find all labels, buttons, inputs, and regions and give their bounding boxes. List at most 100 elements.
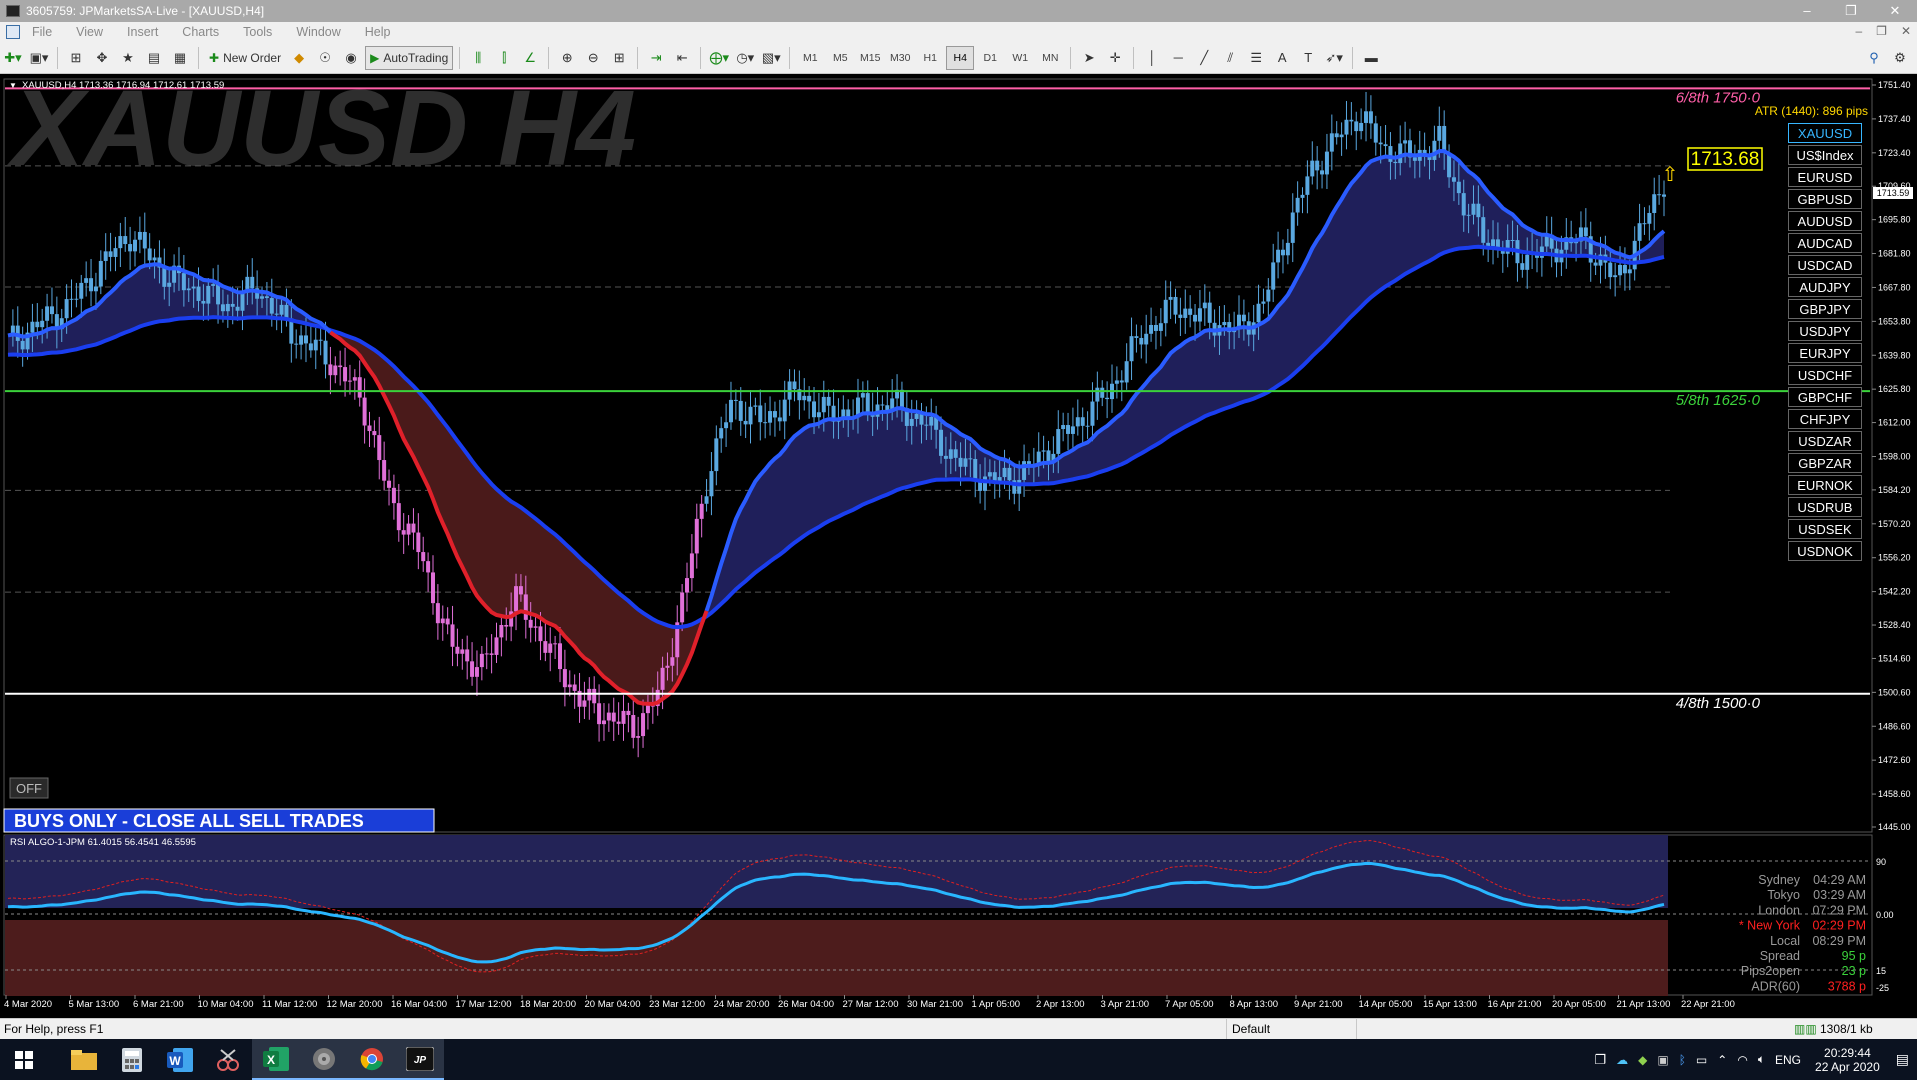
timeframe-h4[interactable]: H4 xyxy=(946,45,975,70)
signals-icon[interactable]: ☉ xyxy=(313,46,337,70)
off-button[interactable]: OFF xyxy=(16,781,42,796)
strategy-tester-icon[interactable]: ▦ xyxy=(168,46,192,70)
timeframe-h1[interactable]: H1 xyxy=(916,46,944,70)
cursor-icon[interactable]: ➤ xyxy=(1077,46,1101,70)
candlestick-icon[interactable]: ⫿ xyxy=(492,46,516,70)
chart-collapse-icon[interactable]: ▼ xyxy=(9,81,17,90)
media-icon[interactable] xyxy=(300,1039,348,1080)
text-label-icon[interactable]: T xyxy=(1296,46,1320,70)
timeframe-w1[interactable]: W1 xyxy=(1006,46,1034,70)
settings-icon[interactable]: ⚙ xyxy=(1888,46,1912,70)
menu-file[interactable]: File xyxy=(20,25,64,39)
data-window-icon[interactable]: ✥ xyxy=(90,46,114,70)
network-cloud-icon[interactable]: ☁ xyxy=(1616,1053,1628,1067)
symbol-button[interactable]: USDCAD xyxy=(1788,255,1862,275)
display-icon[interactable]: ▭ xyxy=(1696,1053,1707,1067)
tile-windows-icon[interactable]: ⊞ xyxy=(607,46,631,70)
minimize-button[interactable]: – xyxy=(1785,0,1829,22)
text-icon[interactable]: A xyxy=(1270,46,1294,70)
wifi-icon[interactable]: ◠ xyxy=(1737,1053,1747,1067)
language-indicator[interactable]: ENG xyxy=(1775,1053,1801,1067)
line-chart-icon[interactable]: ∠ xyxy=(518,46,542,70)
symbol-button[interactable]: GBPUSD xyxy=(1788,189,1862,209)
symbol-button[interactable]: GBPJPY xyxy=(1788,299,1862,319)
symbol-button[interactable]: EURNOK xyxy=(1788,475,1862,495)
fibonacci-icon[interactable]: ☰ xyxy=(1244,46,1268,70)
zoom-out-icon[interactable]: ⊖ xyxy=(581,46,605,70)
symbol-button[interactable]: USDRUB xyxy=(1788,497,1862,517)
symbol-button[interactable]: USDCHF xyxy=(1788,365,1862,385)
navigator-icon[interactable]: ★ xyxy=(116,46,140,70)
excel-icon[interactable]: X xyxy=(252,1039,300,1080)
symbol-button[interactable]: AUDJPY xyxy=(1788,277,1862,297)
symbol-button[interactable]: US$Index xyxy=(1788,145,1862,165)
menu-insert[interactable]: Insert xyxy=(115,25,170,39)
symbol-button[interactable]: EURJPY xyxy=(1788,343,1862,363)
timeframe-m30[interactable]: M30 xyxy=(886,46,914,70)
symbol-button[interactable]: AUDUSD xyxy=(1788,211,1862,231)
timeframe-m1[interactable]: M1 xyxy=(796,46,824,70)
chart-window[interactable]: XAUUSD H4 6/8th 1750·0 5/8th 1625·0 4/8th … xyxy=(0,75,1917,1009)
autotrading-button[interactable]: ▶ AutoTrading xyxy=(365,45,454,70)
chrome-icon[interactable] xyxy=(348,1039,396,1080)
menu-help[interactable]: Help xyxy=(353,25,403,39)
menu-view[interactable]: View xyxy=(64,25,115,39)
terminal-icon[interactable]: ▤ xyxy=(142,46,166,70)
chevron-up-icon[interactable]: ⌃ xyxy=(1717,1053,1727,1067)
file-explorer-icon[interactable] xyxy=(60,1039,108,1080)
zoom-in-icon[interactable]: ⊕ xyxy=(555,46,579,70)
chart-shift-icon[interactable]: ⇤ xyxy=(670,46,694,70)
menu-window[interactable]: Window xyxy=(284,25,352,39)
channel-icon[interactable]: ⫽ xyxy=(1218,46,1242,70)
indicators-icon[interactable]: ⨁▾ xyxy=(707,46,731,70)
symbol-button[interactable]: GBPCHF xyxy=(1788,387,1862,407)
clock[interactable]: 20:29:44 22 Apr 2020 xyxy=(1815,1046,1880,1074)
symbol-button[interactable]: USDNOK xyxy=(1788,541,1862,561)
metaeditor-icon[interactable]: ◆ xyxy=(287,46,311,70)
horizontal-line-icon[interactable]: ─ xyxy=(1166,46,1190,70)
symbol-button[interactable]: GBPZAR xyxy=(1788,453,1862,473)
symbol-button[interactable]: USDJPY xyxy=(1788,321,1862,341)
timeframe-m5[interactable]: M5 xyxy=(826,46,854,70)
new-order-button[interactable]: ✚ New Order xyxy=(205,46,285,70)
bluetooth-icon[interactable]: ᛒ xyxy=(1679,1053,1686,1067)
market-icon[interactable]: ◉ xyxy=(339,46,363,70)
windows-start-icon[interactable] xyxy=(0,1039,48,1080)
timeframe-d1[interactable]: D1 xyxy=(976,46,1004,70)
autoscroll-icon[interactable]: ⇥ xyxy=(644,46,668,70)
bar-chart-icon[interactable]: ⫼ xyxy=(466,46,490,70)
search-icon[interactable]: ⚲ xyxy=(1862,46,1886,70)
templates-icon[interactable]: ▧▾ xyxy=(759,46,783,70)
vertical-line-icon[interactable]: │ xyxy=(1140,46,1164,70)
notifications-icon[interactable]: ▤ xyxy=(1896,1051,1909,1068)
price-chart[interactable]: XAUUSD H4 6/8th 1750·0 5/8th 1625·0 4/8th … xyxy=(0,75,1917,1009)
menu-charts[interactable]: Charts xyxy=(170,25,231,39)
symbol-button[interactable]: AUDCAD xyxy=(1788,233,1862,253)
symbol-button[interactable]: USDZAR xyxy=(1788,431,1862,451)
mdi-close-button[interactable]: ✕ xyxy=(1901,24,1911,38)
trendline-icon[interactable]: ╱ xyxy=(1192,46,1216,70)
crosshair-icon[interactable]: ✛ xyxy=(1103,46,1127,70)
timeframe-m15[interactable]: M15 xyxy=(856,46,884,70)
symbol-button[interactable]: USDSEK xyxy=(1788,519,1862,539)
tray-app-icon[interactable]: ▣ xyxy=(1657,1053,1668,1067)
mdi-restore-button[interactable]: ❐ xyxy=(1876,24,1887,38)
close-button[interactable]: ✕ xyxy=(1873,0,1917,22)
snipping-tool-icon[interactable] xyxy=(204,1039,252,1080)
task-view-icon[interactable]: ❐ xyxy=(1594,1052,1606,1068)
symbol-button[interactable]: XAUUSD xyxy=(1788,123,1862,143)
market-watch-icon[interactable]: ⊞ xyxy=(64,46,88,70)
mdi-minimize-button[interactable]: – xyxy=(1855,24,1862,38)
metatrader-jpmarkets-icon[interactable]: JP xyxy=(396,1039,444,1080)
menu-tools[interactable]: Tools xyxy=(231,25,284,39)
security-icon[interactable]: ◆ xyxy=(1638,1053,1647,1067)
arrows-icon[interactable]: ➶▾ xyxy=(1322,46,1346,70)
calculator-icon[interactable] xyxy=(108,1039,156,1080)
periods-icon[interactable]: ◷▾ xyxy=(733,46,757,70)
timeframe-mn[interactable]: MN xyxy=(1036,46,1064,70)
symbol-button[interactable]: EURUSD xyxy=(1788,167,1862,187)
word-icon[interactable]: W xyxy=(156,1039,204,1080)
profiles-icon[interactable]: ▣▾ xyxy=(27,46,51,70)
volume-icon[interactable]: 🔈︎ xyxy=(1758,1052,1765,1067)
new-chart-icon[interactable]: ✚▾ xyxy=(1,46,25,70)
